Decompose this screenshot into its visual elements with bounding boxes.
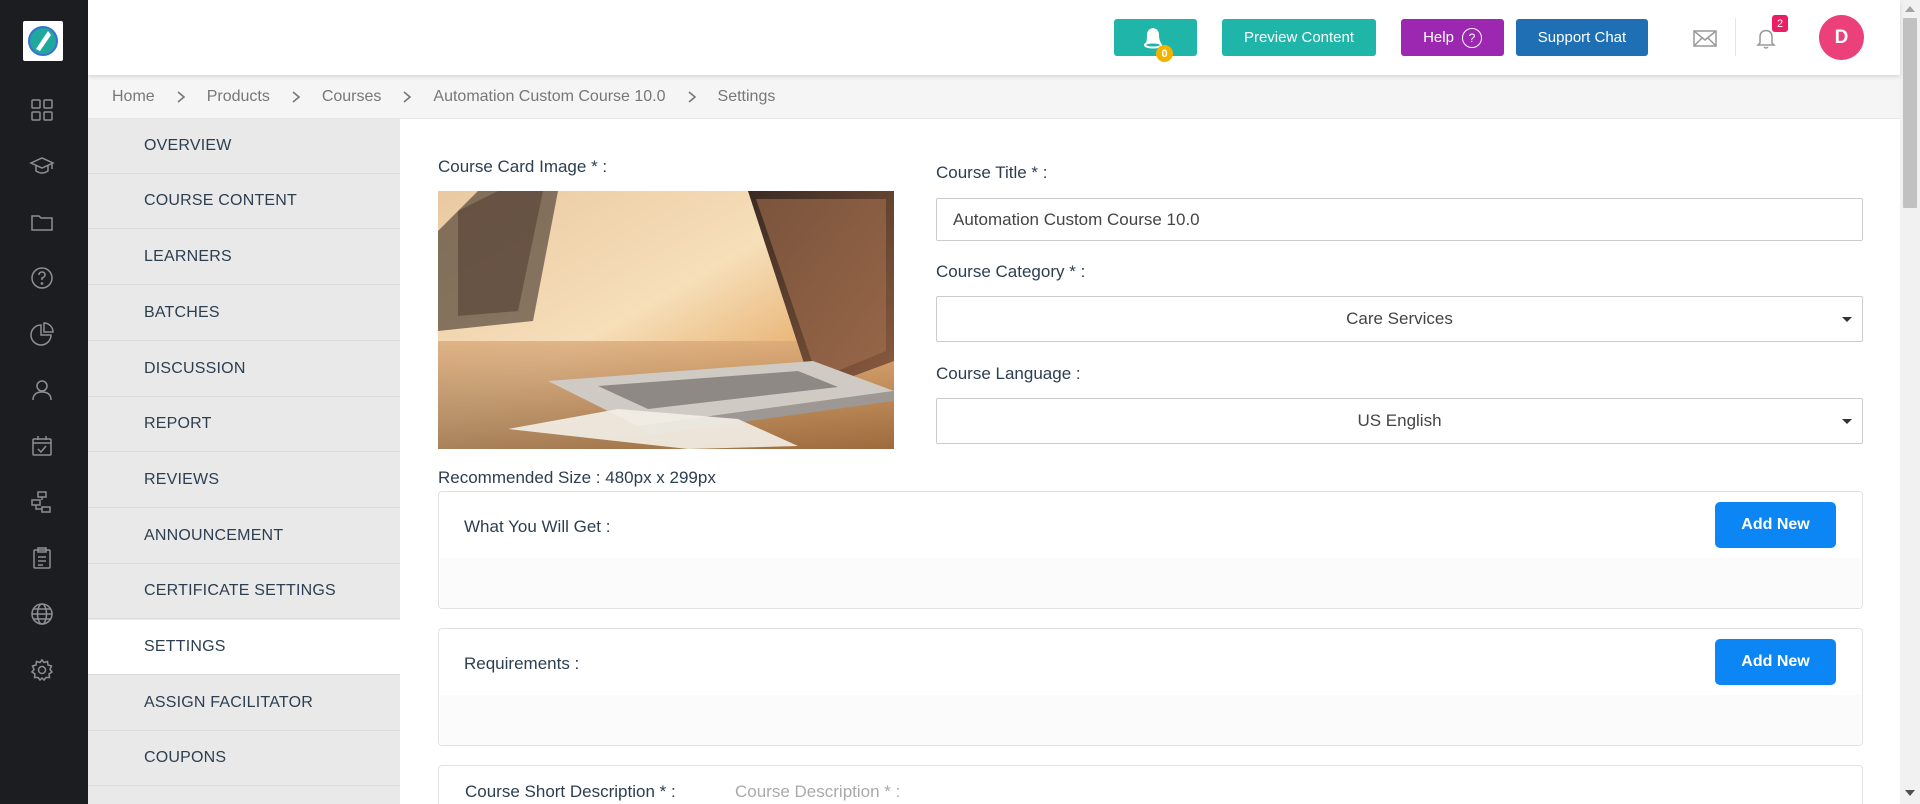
preview-content-label: Preview Content	[1243, 29, 1355, 46]
chevron-right-icon	[686, 90, 698, 104]
rail-users[interactable]	[24, 372, 60, 408]
clipboard-icon	[33, 547, 51, 569]
menu-item-overview[interactable]: OVERVIEW	[88, 119, 400, 174]
course-category-select[interactable]: Care Services	[936, 296, 1863, 342]
help-button[interactable]: Help ?	[1401, 19, 1504, 56]
rail-settings[interactable]	[24, 652, 60, 688]
menu-item-discussion[interactable]: DISCUSSION	[88, 342, 400, 397]
rail-website[interactable]	[24, 596, 60, 632]
breadcrumb-course-name[interactable]: Automation Custom Course 10.0	[433, 88, 665, 106]
rail-calendar[interactable]	[24, 428, 60, 464]
mail-icon[interactable]	[1691, 24, 1719, 52]
support-chat-button[interactable]: Support Chat	[1516, 19, 1648, 56]
chevron-right-icon	[175, 90, 187, 104]
requirements-panel: Requirements : Add New	[438, 628, 1863, 746]
course-menu: OVERVIEW COURSE CONTENT LEARNERS BATCHES…	[88, 119, 400, 804]
rail-reports[interactable]	[24, 316, 60, 352]
course-card-image[interactable]	[438, 191, 894, 449]
settings-form: Course Card Image * : Recommended Size:…	[400, 119, 1900, 804]
dropdown-caret-icon	[1842, 419, 1852, 424]
menu-item-announcement[interactable]: ANNOUNCEMENT	[88, 509, 400, 564]
menu-item-assign-facilitator[interactable]: ASSIGN FACILITATOR	[88, 676, 400, 731]
settings-gear-icon	[30, 658, 54, 682]
bell-count-badge: 0	[1156, 45, 1173, 62]
menu-item-reviews[interactable]: REVIEWS	[88, 453, 400, 508]
rail-help[interactable]	[24, 260, 60, 296]
dashboard-icon	[31, 99, 53, 121]
menu-item-certificate-settings[interactable]: CERTIFICATE SETTINGS	[88, 564, 400, 619]
course-title-input[interactable]: Automation Custom Course 10.0	[936, 198, 1863, 241]
help-label: Help	[1423, 29, 1454, 46]
rail-courses[interactable]	[24, 148, 60, 184]
recommended-size-text: Recommended Size : 480px x 299px	[438, 468, 716, 487]
tab-course-description[interactable]: Course Description * :	[735, 782, 900, 802]
menu-item-settings[interactable]: SETTINGS	[88, 620, 400, 675]
announcement-bell-button[interactable]: 0	[1114, 19, 1197, 62]
what-you-will-get-panel: What You Will Get : Add New	[438, 491, 1863, 609]
scroll-down-arrow-icon[interactable]	[1905, 790, 1915, 796]
course-language-label: Course Language :	[936, 364, 1081, 383]
topbar-divider	[1735, 18, 1736, 56]
what-you-will-get-add-button[interactable]: Add New	[1715, 502, 1836, 548]
notification-count-badge: 2	[1772, 15, 1788, 32]
calendar-check-icon	[32, 436, 52, 456]
breadcrumb-bar: Home Products Courses Automation Custom …	[88, 75, 1900, 119]
chevron-right-icon	[401, 90, 413, 104]
requirements-label: Requirements :	[464, 654, 580, 673]
description-panel: Course Short Description * : Course Desc…	[438, 765, 1863, 804]
what-you-will-get-list	[440, 558, 1861, 608]
support-chat-label: Support Chat	[1537, 29, 1627, 46]
breadcrumb-home[interactable]: Home	[112, 88, 155, 106]
preview-content-button[interactable]: Preview Content	[1222, 19, 1376, 56]
laptop-photo	[438, 191, 894, 449]
course-title-label: Course Title * :	[936, 163, 1048, 182]
icon-rail	[0, 0, 88, 804]
what-you-will-get-label: What You Will Get :	[464, 517, 611, 536]
rail-dashboard[interactable]	[24, 92, 60, 128]
user-avatar[interactable]: D	[1819, 15, 1864, 60]
breadcrumb-courses[interactable]: Courses	[322, 88, 382, 106]
requirements-list	[440, 695, 1861, 745]
course-category-label: Course Category * :	[936, 262, 1086, 281]
app-root: 0 Preview Content Help ? Support Chat 2 …	[0, 0, 1920, 804]
menu-item-batches[interactable]: BATCHES	[88, 286, 400, 341]
graduation-cap-icon	[29, 157, 55, 174]
scrollbar-thumb[interactable]	[1903, 18, 1917, 208]
course-language-value: US English	[1357, 411, 1442, 430]
menu-item-learners[interactable]: LEARNERS	[88, 230, 400, 285]
menu-item-coupons[interactable]: COUPONS	[88, 731, 400, 786]
course-category-value: Care Services	[1346, 309, 1453, 328]
pie-chart-icon	[30, 322, 54, 346]
rail-assessments[interactable]	[24, 540, 60, 576]
breadcrumb-current: Settings	[717, 88, 776, 105]
rail-files[interactable]	[24, 204, 60, 240]
card-image-label: Course Card Image * :	[438, 157, 608, 176]
top-bar: 0 Preview Content Help ? Support Chat 2 …	[88, 0, 1900, 75]
brand-logo[interactable]	[23, 21, 63, 61]
question-circle-icon: ?	[1461, 27, 1482, 48]
globe-icon	[31, 603, 53, 625]
course-language-select[interactable]: US English	[936, 398, 1863, 444]
user-icon	[32, 380, 52, 401]
brand-logo-icon	[28, 26, 58, 56]
menu-item-report[interactable]: REPORT	[88, 397, 400, 452]
rail-hierarchy[interactable]	[24, 484, 60, 520]
chevron-right-icon	[290, 90, 302, 104]
menu-item-course-content[interactable]: COURSE CONTENT	[88, 174, 400, 229]
breadcrumb-products[interactable]: Products	[207, 88, 270, 106]
breadcrumb: Home Products Courses Automation Custom …	[112, 75, 775, 119]
requirements-add-button[interactable]: Add New	[1715, 639, 1836, 685]
page-scrollbar[interactable]	[1900, 0, 1920, 804]
scroll-up-arrow-icon[interactable]	[1905, 6, 1915, 12]
hierarchy-icon	[31, 491, 51, 513]
folder-icon	[31, 215, 53, 231]
tab-short-description[interactable]: Course Short Description * :	[465, 782, 676, 802]
help-circle-icon	[31, 267, 53, 289]
dropdown-caret-icon	[1842, 317, 1852, 322]
